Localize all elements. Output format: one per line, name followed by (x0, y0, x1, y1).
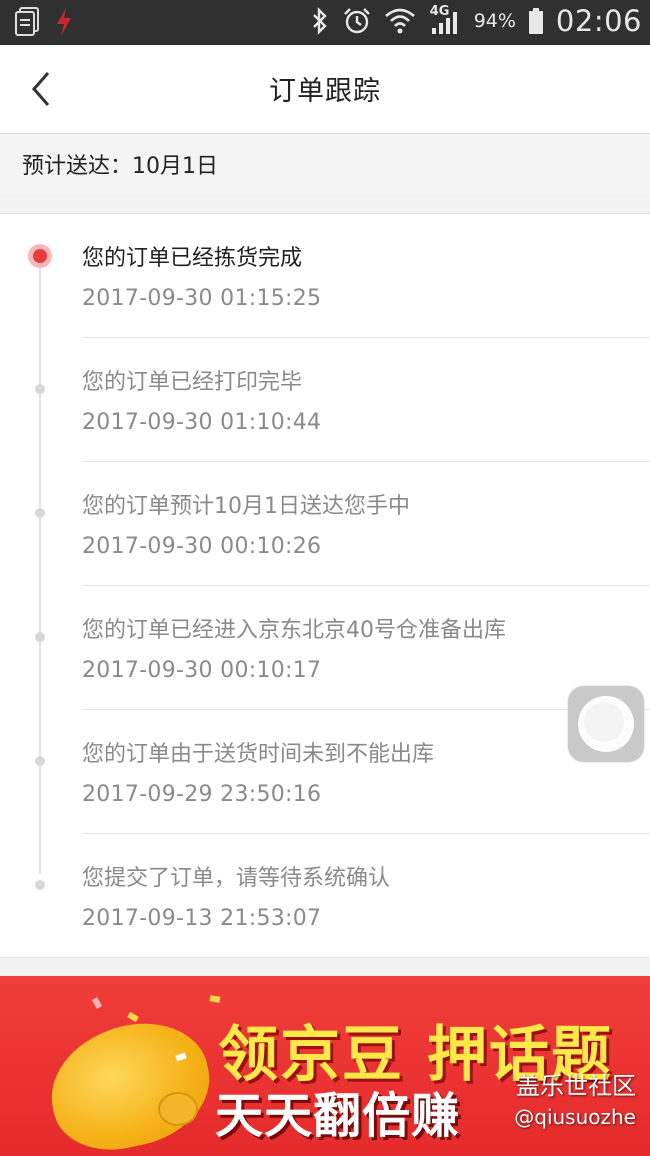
timeline-item: 您的订单预计10月1日送达您手中 2017-09-30 00:10:26 (0, 462, 650, 586)
watermark-handle: @qiusuozhe (514, 1105, 636, 1129)
timeline-message: 您的订单已经打印完毕 (82, 370, 303, 395)
expected-delivery-row: 预计送达：10月1日 (0, 134, 650, 194)
expected-delivery-text: 预计送达：10月1日 (22, 154, 218, 179)
timeline-item: 您的订单已经进入京东北京40号仓准备出库 2017-09-30 00:10:17 (0, 586, 650, 710)
flash-notification-icon (54, 7, 74, 37)
timeline-item: 您提交了订单，请等待系统确认 2017-09-13 21:53:07 (0, 834, 650, 958)
wifi-icon (384, 6, 416, 36)
timeline-dot (35, 880, 45, 890)
timeline-message: 您的订单已经拣货完成 (82, 246, 303, 271)
watermark: 盖乐世社区 @qiusuozhe (514, 1066, 636, 1129)
banner-subheadline: 天天翻倍赚 (215, 1088, 461, 1144)
timeline-message: 您的订单由于送货时间未到不能出库 (82, 742, 435, 767)
confetti (209, 995, 221, 1003)
timeline-time: 2017-09-29 23:50:16 (82, 782, 322, 807)
confetti (127, 1011, 139, 1023)
timeline-time: 2017-09-30 01:10:44 (82, 410, 322, 435)
bluetooth-icon (310, 6, 330, 36)
battery-percent: 94% (473, 10, 516, 32)
timeline-time: 2017-09-13 21:53:07 (82, 906, 322, 931)
timeline-dot (35, 756, 45, 766)
timeline-message: 您的订单预计10月1日送达您手中 (82, 494, 410, 519)
timeline-time: 2017-09-30 00:10:17 (82, 658, 322, 683)
timeline-item: 您的订单已经打印完毕 2017-09-30 01:10:44 (0, 338, 650, 462)
network-type-label: 4G (429, 4, 450, 19)
tracking-timeline: 您的订单已经拣货完成 2017-09-30 01:15:25 您的订单已经打印完… (0, 213, 650, 958)
signal-4g-icon: 4G (428, 4, 462, 36)
timeline-message: 您提交了订单，请等待系统确认 (82, 866, 391, 891)
timeline-dot (35, 508, 45, 518)
floating-assistive-button[interactable] (568, 686, 644, 762)
timeline-dot (35, 384, 45, 394)
clock: 02:06 (555, 4, 642, 38)
alarm-icon (342, 6, 372, 36)
timeline-message: 您的订单已经进入京东北京40号仓准备出库 (82, 618, 506, 643)
page-title: 订单跟踪 (269, 76, 381, 107)
top-nav-bar: 订单跟踪 (0, 45, 650, 134)
timeline-dot-active (28, 244, 52, 268)
timeline-item: 您的订单由于送货时间未到不能出库 2017-09-29 23:50:16 (0, 710, 650, 834)
confetti (91, 997, 103, 1009)
coin-stack-graphic (158, 1092, 198, 1126)
timeline-dot (35, 632, 45, 642)
document-notification-icon (14, 7, 40, 37)
timeline-item: 您的订单已经拣货完成 2017-09-30 01:15:25 (0, 214, 650, 338)
timeline-time: 2017-09-30 01:15:25 (82, 286, 322, 311)
golden-bean-graphic (39, 1010, 221, 1156)
timeline-time: 2017-09-30 00:10:26 (82, 534, 322, 559)
watermark-community: 盖乐世社区 (516, 1072, 636, 1100)
battery-icon (528, 6, 544, 36)
status-bar: 4G 94% 02:06 (0, 0, 650, 45)
